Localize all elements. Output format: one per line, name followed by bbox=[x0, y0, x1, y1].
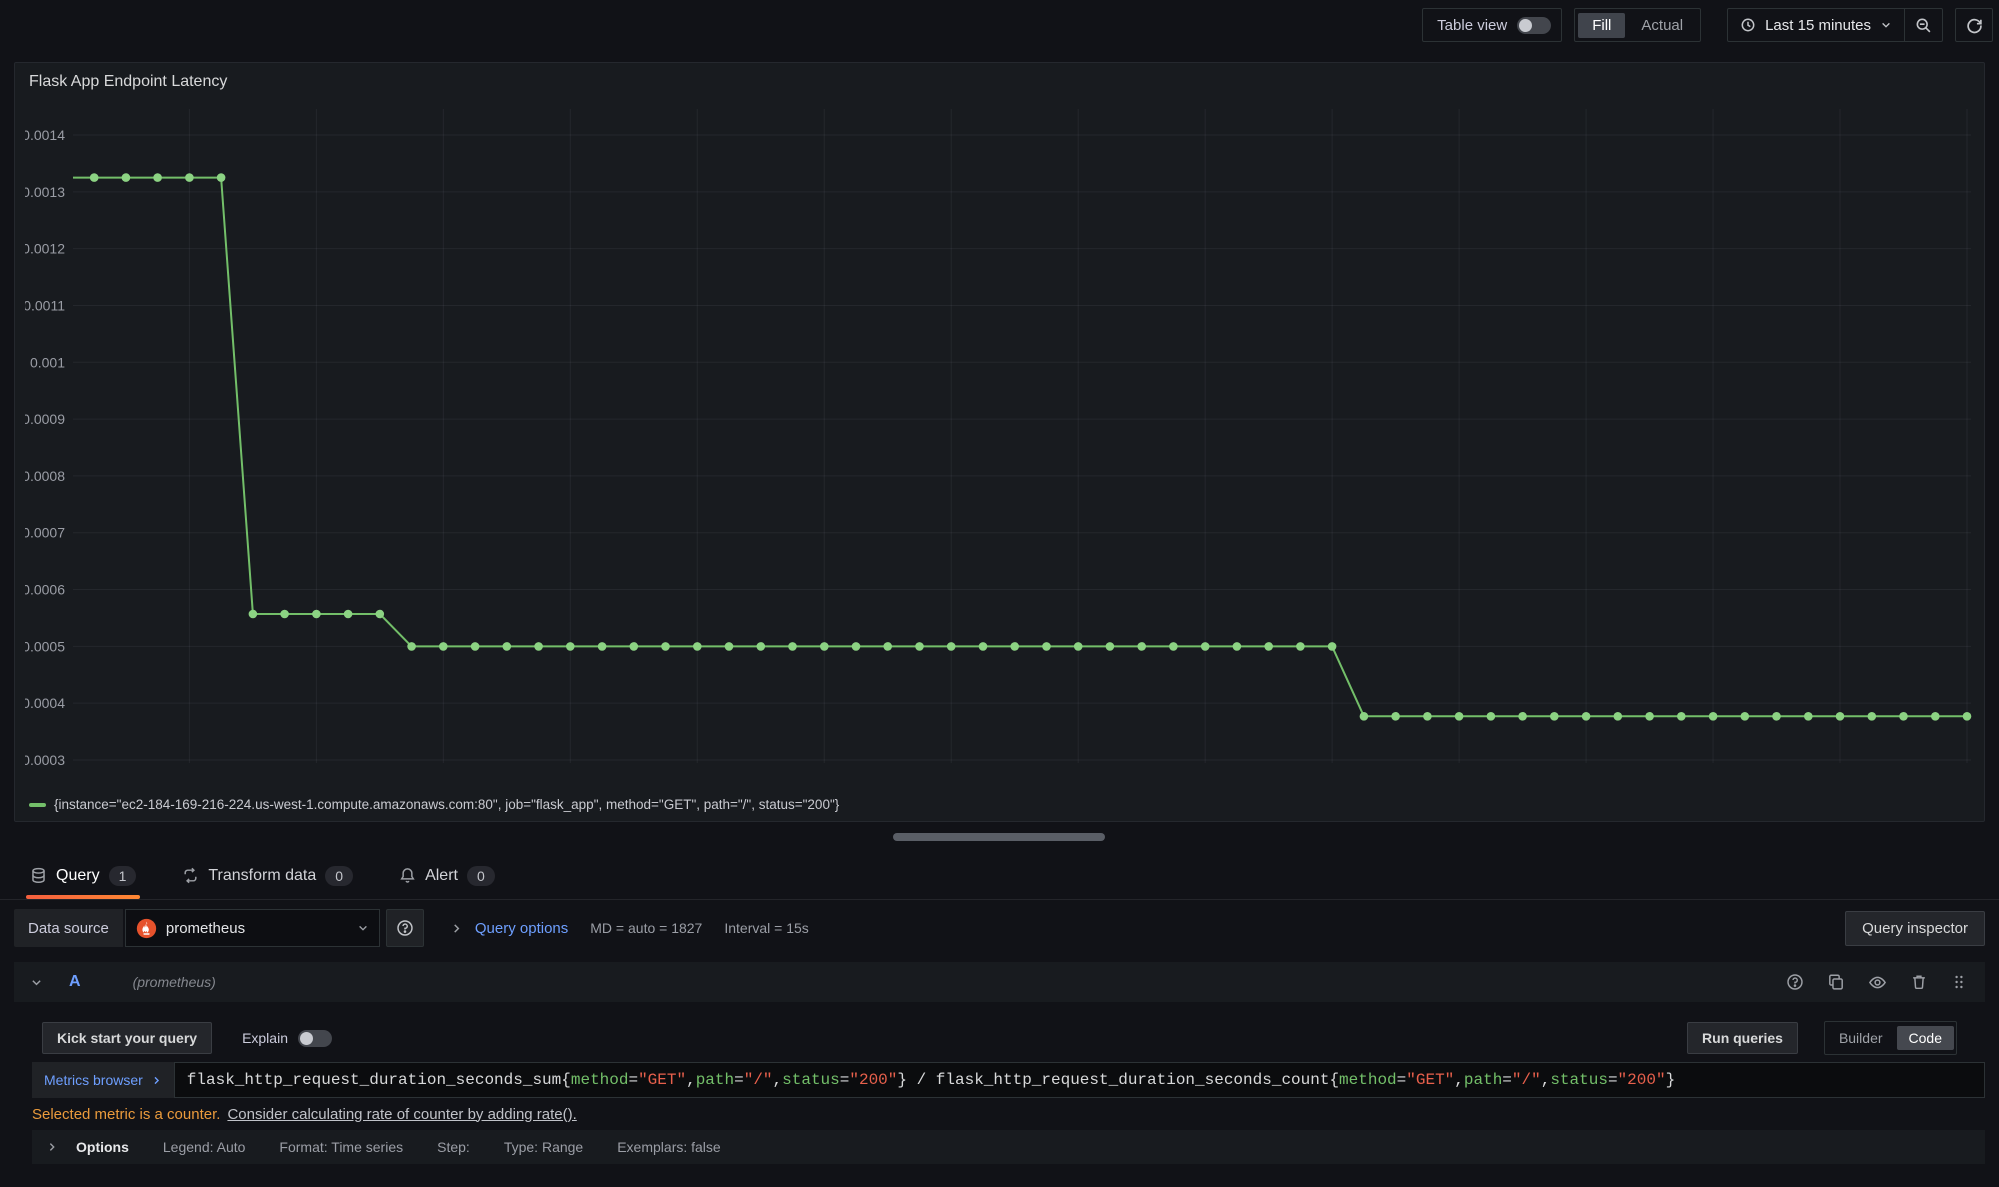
datasource-picker[interactable]: prometheus bbox=[125, 909, 380, 947]
transform-icon bbox=[182, 867, 199, 884]
query-inspector-button[interactable]: Query inspector bbox=[1845, 911, 1985, 946]
explain-toggle[interactable] bbox=[298, 1030, 332, 1047]
table-view-toggle[interactable] bbox=[1517, 17, 1551, 34]
clock-icon bbox=[1740, 17, 1756, 33]
svg-text:0.0004: 0.0004 bbox=[25, 695, 65, 711]
horizontal-scrollbar-thumb[interactable] bbox=[893, 833, 1105, 841]
tab-alert-badge: 0 bbox=[467, 866, 495, 886]
svg-text:0.0003: 0.0003 bbox=[25, 752, 65, 768]
query-options-row[interactable]: Options Legend: AutoFormat: Time seriesS… bbox=[32, 1130, 1985, 1164]
promql-expression-input[interactable]: flask_http_request_duration_seconds_sum{… bbox=[174, 1062, 1985, 1098]
tab-query[interactable]: Query 1 bbox=[30, 852, 136, 899]
query-help-icon[interactable] bbox=[1786, 973, 1804, 991]
options-summary: Legend: AutoFormat: Time seriesStep:Type… bbox=[163, 1139, 721, 1155]
table-view-label: Table view bbox=[1437, 17, 1507, 34]
tab-alert-label: Alert bbox=[425, 867, 458, 885]
duplicate-query-icon[interactable] bbox=[1827, 973, 1845, 991]
toggle-visibility-icon[interactable] bbox=[1868, 973, 1887, 992]
tab-query-badge: 1 bbox=[109, 866, 137, 886]
svg-text:0.0005: 0.0005 bbox=[25, 638, 65, 654]
svg-text:0.0006: 0.0006 bbox=[25, 582, 65, 598]
legend-series-swatch bbox=[29, 803, 46, 807]
time-range-picker[interactable]: Last 15 minutes bbox=[1728, 9, 1904, 41]
time-range-label: Last 15 minutes bbox=[1765, 17, 1871, 34]
builder-code-switch: Builder Code bbox=[1824, 1021, 1957, 1055]
toggle-knob bbox=[1519, 19, 1532, 32]
tab-transform-data[interactable]: Transform data 0 bbox=[182, 852, 353, 899]
query-row-header[interactable]: A (prometheus) bbox=[14, 962, 1985, 1002]
chevron-down-icon bbox=[357, 922, 369, 934]
run-queries-button[interactable]: Run queries bbox=[1687, 1022, 1798, 1054]
svg-text:0.0009: 0.0009 bbox=[25, 411, 65, 427]
datasource-bar: Data source prometheus Query options MD … bbox=[14, 908, 1985, 948]
drag-handle-icon[interactable] bbox=[1951, 974, 1967, 990]
add-rate-link[interactable]: Consider calculating rate of counter by … bbox=[227, 1106, 576, 1123]
counter-warning: Selected metric is a counter. Consider c… bbox=[32, 1102, 1985, 1126]
help-icon bbox=[396, 919, 414, 937]
datasource-label: Data source bbox=[14, 909, 123, 947]
prometheus-icon bbox=[136, 918, 157, 939]
fill-option[interactable]: Fill bbox=[1578, 13, 1625, 38]
builder-option[interactable]: Builder bbox=[1827, 1026, 1895, 1050]
interval-text: Interval = 15s bbox=[724, 920, 808, 936]
query-datasource-hint: (prometheus) bbox=[133, 974, 216, 990]
panel-title: Flask App Endpoint Latency bbox=[29, 73, 227, 91]
svg-text:0.0011: 0.0011 bbox=[25, 297, 65, 313]
svg-text:0.0013: 0.0013 bbox=[25, 184, 65, 200]
tab-alert[interactable]: Alert 0 bbox=[399, 852, 495, 899]
collapse-chevron-icon[interactable] bbox=[30, 976, 43, 989]
zoom-out-button[interactable] bbox=[1904, 9, 1942, 41]
explain-label: Explain bbox=[242, 1030, 288, 1046]
metrics-browser-label: Metrics browser bbox=[44, 1072, 143, 1088]
zoom-out-icon bbox=[1915, 17, 1932, 34]
datasource-help-button[interactable] bbox=[386, 909, 424, 947]
explain-control: Explain bbox=[242, 1030, 332, 1047]
table-view-control: Table view bbox=[1422, 8, 1562, 42]
toggle-knob bbox=[300, 1032, 313, 1045]
tab-transform-label: Transform data bbox=[208, 867, 316, 885]
warning-text: Selected metric is a counter. bbox=[32, 1106, 220, 1123]
chevron-down-icon bbox=[1880, 19, 1892, 31]
editor-tabs: Query 1 Transform data 0 Alert 0 bbox=[0, 852, 1999, 900]
options-label: Options bbox=[76, 1139, 129, 1155]
svg-text:0.0008: 0.0008 bbox=[25, 468, 65, 484]
query-ref-id: A bbox=[69, 973, 81, 991]
actual-option[interactable]: Actual bbox=[1627, 13, 1697, 38]
code-option[interactable]: Code bbox=[1897, 1026, 1954, 1050]
refresh-button[interactable] bbox=[1955, 8, 1993, 42]
database-icon bbox=[30, 867, 47, 884]
query-options-label[interactable]: Query options bbox=[475, 920, 568, 937]
delete-query-icon[interactable] bbox=[1910, 973, 1928, 991]
legend-series-label[interactable]: {instance="ec2-184-169-216-224.us-west-1… bbox=[54, 797, 839, 812]
timeseries-panel: Flask App Endpoint Latency 0.00140.00130… bbox=[14, 62, 1985, 822]
svg-text:0.0012: 0.0012 bbox=[25, 241, 65, 257]
refresh-icon bbox=[1966, 17, 1983, 34]
promql-editor-row: Metrics browser flask_http_request_durat… bbox=[32, 1062, 1985, 1098]
metrics-browser-button[interactable]: Metrics browser bbox=[32, 1062, 174, 1098]
max-data-points-text: MD = auto = 1827 bbox=[590, 920, 702, 936]
bell-icon bbox=[399, 867, 416, 884]
fill-actual-switch: Fill Actual bbox=[1574, 8, 1701, 42]
query-toolbar-row: Kick start your query Explain Run querie… bbox=[42, 1020, 1985, 1056]
tab-transform-badge: 0 bbox=[325, 866, 353, 886]
angle-right-icon bbox=[151, 1075, 162, 1086]
tab-query-label: Query bbox=[56, 867, 100, 885]
datasource-name: prometheus bbox=[166, 920, 348, 937]
chart-legend: {instance="ec2-184-169-216-224.us-west-1… bbox=[29, 797, 839, 812]
time-range-control: Last 15 minutes bbox=[1727, 8, 1943, 42]
angle-right-icon bbox=[46, 1141, 58, 1153]
query-options-section[interactable]: Query options MD = auto = 1827 Interval … bbox=[450, 920, 809, 937]
latency-chart[interactable]: 0.0014 0.0013 0.0012 0.0011 0.001 0.0009 0.000… bbox=[25, 101, 1976, 777]
svg-text:0.0007: 0.0007 bbox=[25, 525, 65, 541]
svg-text:0.0014: 0.0014 bbox=[25, 127, 65, 143]
kick-start-query-button[interactable]: Kick start your query bbox=[42, 1022, 212, 1054]
svg-text:0.001: 0.001 bbox=[30, 354, 65, 370]
angle-right-icon bbox=[450, 922, 463, 935]
panel-editor-toolbar: Table view Fill Actual Last 15 minutes bbox=[0, 0, 1999, 50]
